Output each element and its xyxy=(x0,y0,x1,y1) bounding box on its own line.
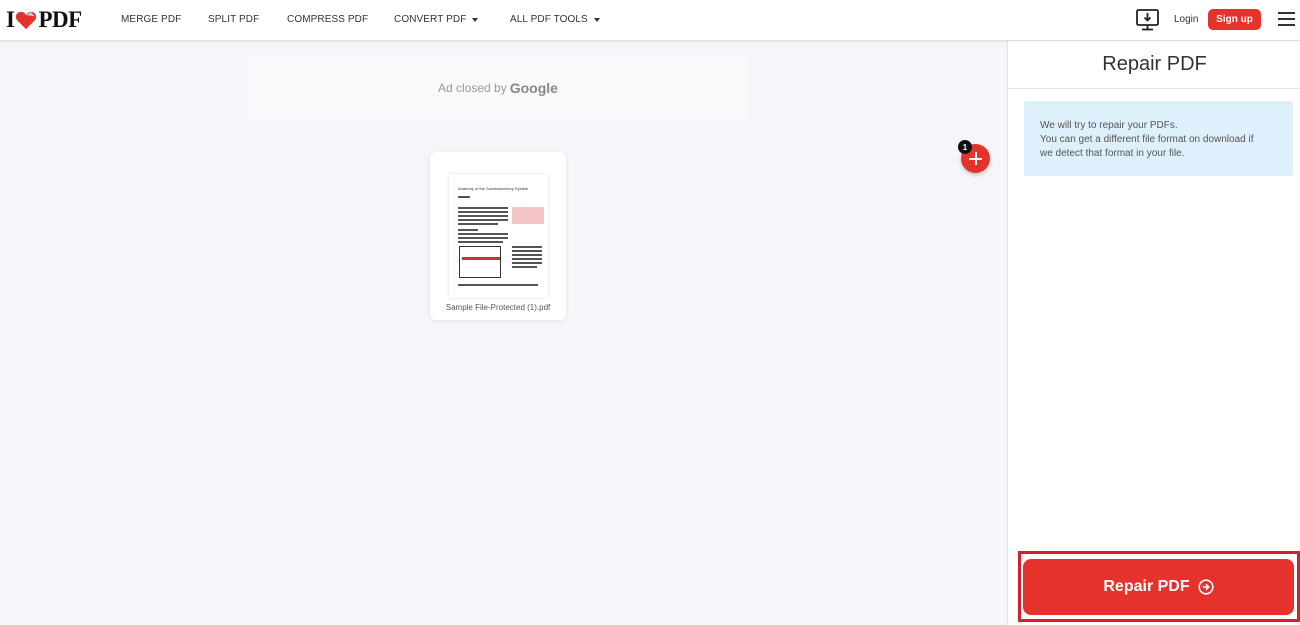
nav-merge-pdf[interactable]: MERGE PDF xyxy=(121,14,181,25)
info-line: You can get a different file format on d… xyxy=(1040,134,1254,145)
login-link[interactable]: Login xyxy=(1174,14,1198,25)
pdf-thumbnail: Anatomy of the Somatosensory System xyxy=(449,174,548,298)
highlight-box xyxy=(512,207,544,224)
caret-down-icon xyxy=(472,17,479,22)
ad-placeholder: Ad closed by Google xyxy=(248,57,748,119)
nav-compress-pdf[interactable]: COMPRESS PDF xyxy=(287,14,368,25)
desktop-download-icon[interactable] xyxy=(1136,9,1159,31)
nav-all-pdf-tools[interactable]: ALL PDF TOOLS xyxy=(510,14,600,25)
top-navbar: I PDF MERGE PDF SPLIT PDF COMPRESS PDF C… xyxy=(0,0,1300,41)
file-card[interactable]: Anatomy of the Somatosensory System Samp… xyxy=(430,152,566,320)
repair-pdf-button[interactable]: Repair PDF xyxy=(1023,559,1294,615)
nav-label: CONVERT PDF xyxy=(394,14,467,25)
tool-sidebar: Repair PDF We will try to repair your PD… xyxy=(1007,41,1300,625)
ilovepdf-logo[interactable]: I PDF xyxy=(6,7,82,32)
signup-button[interactable]: Sign up xyxy=(1208,9,1261,30)
file-workspace: Ad closed by Google Anatomy of the Somat… xyxy=(0,41,1007,625)
nav-label: MERGE PDF xyxy=(121,14,182,25)
file-count-badge: 1 xyxy=(958,140,972,154)
thumbnail-title: Anatomy of the Somatosensory System xyxy=(458,186,529,191)
nav-split-pdf[interactable]: SPLIT PDF xyxy=(208,14,259,25)
info-line: we detect that format in your file. xyxy=(1040,148,1185,159)
info-line: We will try to repair your PDFs. xyxy=(1040,120,1178,131)
hamburger-menu-icon[interactable] xyxy=(1278,12,1295,26)
heart-icon xyxy=(16,11,37,30)
google-brand: Google xyxy=(509,80,558,96)
ad-closed-text: Ad closed by xyxy=(438,81,507,95)
nav-label: SPLIT PDF xyxy=(208,14,260,25)
logo-text-pdf: PDF xyxy=(38,7,82,32)
nav-label: ALL PDF TOOLS xyxy=(510,14,588,25)
repair-button-label: Repair PDF xyxy=(1103,578,1190,595)
caret-down-icon xyxy=(593,17,600,22)
arrow-right-circle-icon xyxy=(1198,579,1214,595)
sidebar-title: Repair PDF xyxy=(1008,41,1300,89)
file-name: Sample File-Protected (1).pdf xyxy=(445,303,551,312)
logo-text-i: I xyxy=(6,7,15,32)
anatomy-figure xyxy=(459,246,501,278)
info-box: We will try to repair your PDFs. You can… xyxy=(1024,101,1293,176)
nav-label: COMPRESS PDF xyxy=(287,14,369,25)
nav-convert-pdf[interactable]: CONVERT PDF xyxy=(394,14,479,25)
plus-icon-vertical xyxy=(974,152,977,165)
